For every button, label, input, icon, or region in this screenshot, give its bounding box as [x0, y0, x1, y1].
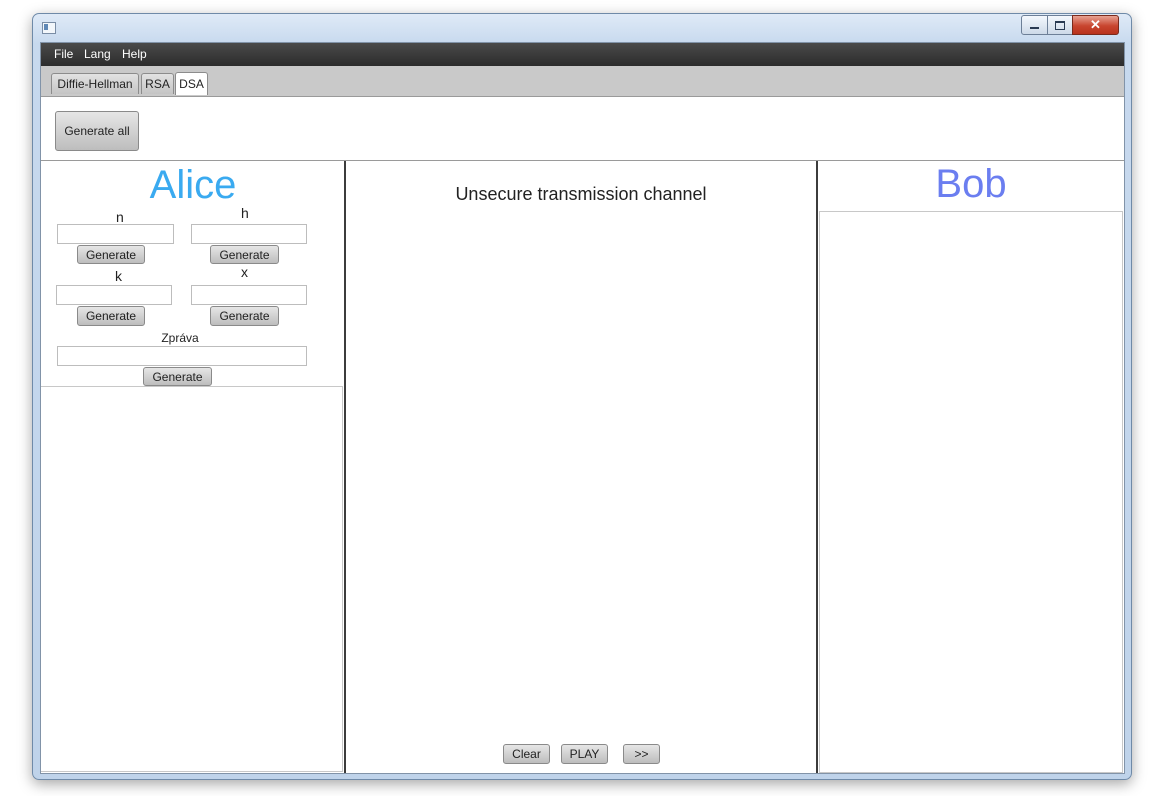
tab-bar: Diffie-Hellman RSA DSA: [41, 66, 1124, 97]
generate-all-button[interactable]: Generate all: [55, 111, 139, 151]
x-generate-button[interactable]: Generate: [210, 306, 279, 326]
x-field[interactable]: [191, 285, 307, 305]
menu-file[interactable]: File: [54, 47, 73, 61]
tab-diffie-hellman[interactable]: Diffie-Hellman: [51, 73, 139, 94]
close-button[interactable]: ✕: [1072, 15, 1119, 35]
tab-rsa[interactable]: RSA: [141, 73, 174, 94]
n-generate-button[interactable]: Generate: [77, 245, 145, 264]
channel-title: Unsecure transmission channel: [455, 184, 707, 204]
menu-help[interactable]: Help: [122, 47, 147, 61]
app-icon: [42, 22, 56, 34]
bob-output-area[interactable]: [819, 211, 1123, 773]
close-icon: ✕: [1090, 17, 1101, 32]
n-label: n: [116, 209, 124, 225]
app-window: ✕ File Lang Help Diffie-Hellman RSA DSA …: [32, 13, 1132, 780]
bob-title: Bob: [935, 162, 1007, 206]
alice-output-area[interactable]: [41, 386, 343, 772]
menu-bar: File Lang Help: [41, 43, 1124, 66]
h-label: h: [241, 205, 249, 221]
k-field[interactable]: [56, 285, 172, 305]
maximize-button[interactable]: [1047, 15, 1073, 35]
alice-title: Alice: [149, 163, 237, 207]
minimize-icon: [1030, 27, 1039, 29]
maximize-icon: [1055, 20, 1065, 30]
client-area: File Lang Help Diffie-Hellman RSA DSA Ge…: [40, 42, 1125, 774]
alice-panel: Alice n Generate h Generate k Generate x…: [41, 161, 345, 773]
menu-lang[interactable]: Lang: [84, 47, 111, 61]
h-generate-button[interactable]: Generate: [210, 245, 279, 264]
minimize-button[interactable]: [1021, 15, 1048, 35]
next-step-button[interactable]: >>: [623, 744, 660, 764]
message-field[interactable]: [57, 346, 307, 366]
n-field[interactable]: [57, 224, 174, 244]
bob-panel: Bob: [818, 161, 1124, 773]
x-label: x: [241, 264, 248, 280]
channel-panel: Unsecure transmission channel Clear PLAY…: [346, 161, 816, 773]
message-label: Zpráva: [161, 331, 199, 345]
h-field[interactable]: [191, 224, 307, 244]
clear-button[interactable]: Clear: [503, 744, 550, 764]
k-label: k: [115, 268, 122, 284]
play-button[interactable]: PLAY: [561, 744, 608, 764]
toolbar: Generate all: [41, 97, 1124, 161]
tab-dsa[interactable]: DSA: [175, 72, 208, 95]
message-generate-button[interactable]: Generate: [143, 367, 212, 386]
k-generate-button[interactable]: Generate: [77, 306, 145, 326]
